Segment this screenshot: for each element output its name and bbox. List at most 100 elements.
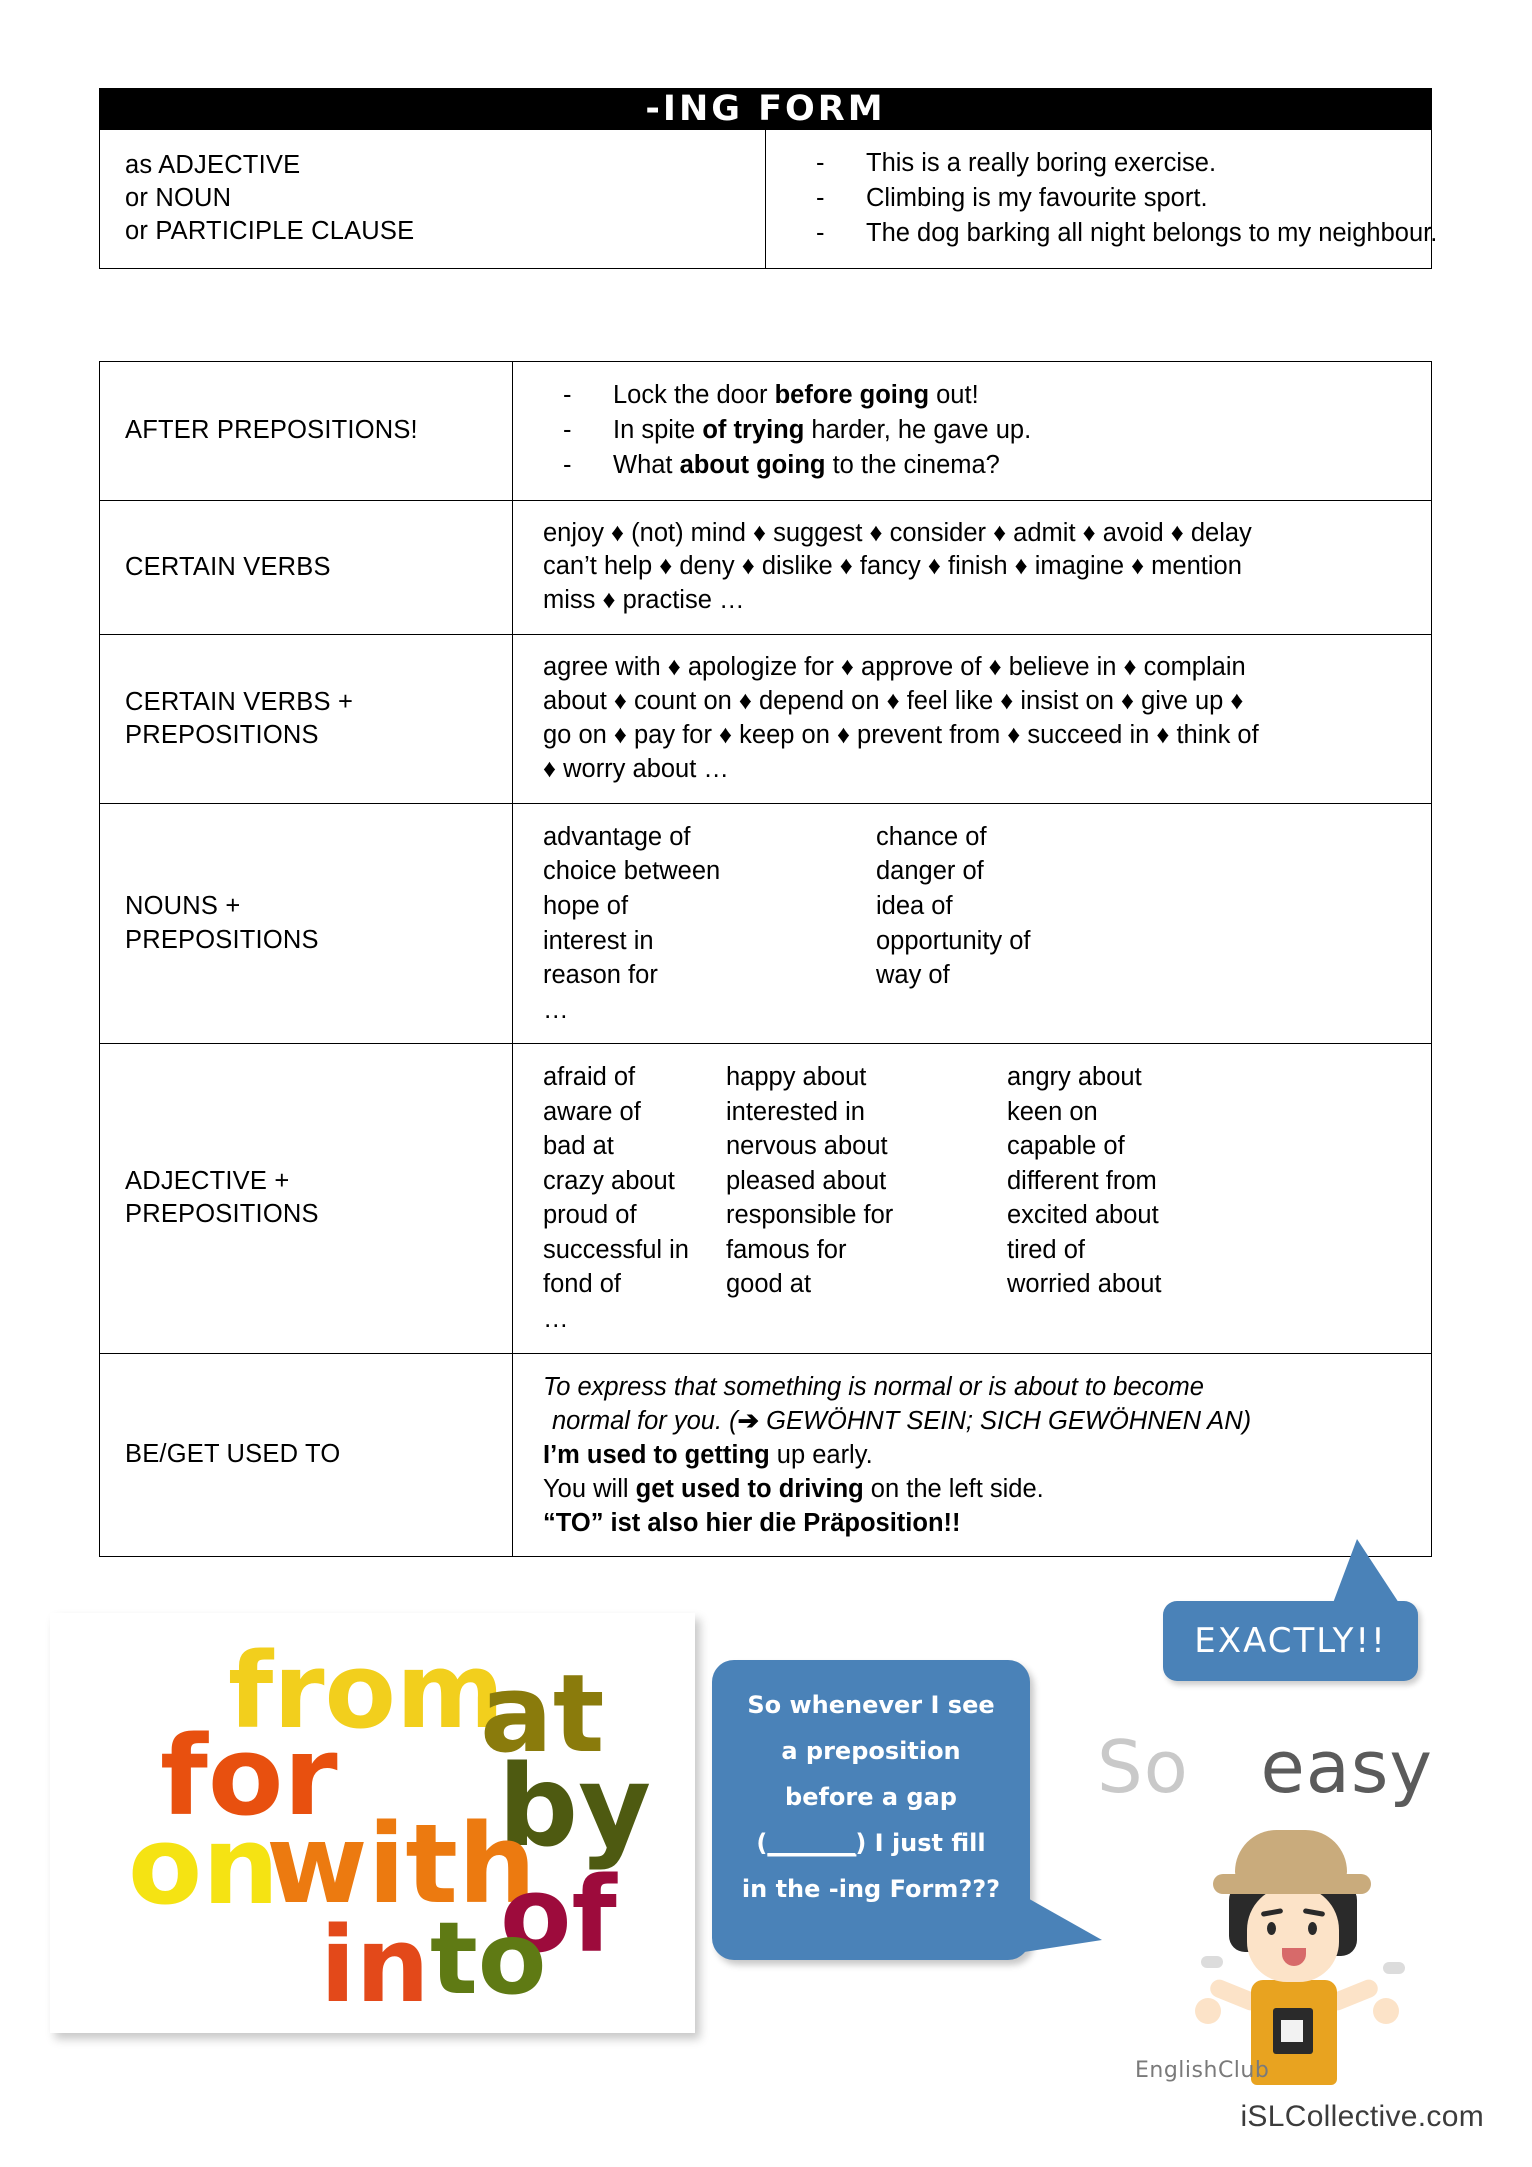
table-row-certain-verbs: CERTAIN VERBS enjoy ♦ (not) mind ♦ sugge… — [99, 499, 1432, 636]
adjective-row: crazy about pleased about different from — [543, 1164, 1417, 1199]
adjective-item: afraid of — [543, 1063, 636, 1092]
table-title-row: -ING FORM — [99, 88, 1432, 130]
ing-form-intro-table: -ING FORM as ADJECTIVE or NOUN or PARTIC… — [99, 88, 1437, 269]
examples-cell-after-prepositions: Lock the door before going out! In spite… — [512, 361, 1432, 501]
text-pre: ( — [756, 1829, 768, 1858]
noun-row: choice between danger of — [543, 854, 1417, 889]
example-line: You will get used to driving on the left… — [543, 1472, 1417, 1506]
bubble-line: in the -ing Form??? — [741, 1875, 1001, 1904]
exactly-bubble-tail — [1333, 1539, 1399, 1603]
exactly-speech-bubble: EXACTLY!! — [1163, 1539, 1418, 1681]
example-list: This is a really boring exercise. Climbi… — [804, 146, 1437, 252]
motion-puff-icon — [1383, 1962, 1405, 1974]
word-cloud-word-in: in — [320, 1904, 430, 2026]
noun-item: interest in — [543, 926, 654, 955]
category-cell-be-get-used-to: BE/GET USED TO — [99, 1352, 513, 1557]
adjective-row: proud of responsible for excited about — [543, 1198, 1417, 1233]
verb-line: go on ♦ pay for ♦ keep on ♦ prevent from… — [543, 721, 1259, 750]
category-line: PREPOSITIONS — [125, 925, 319, 954]
category-line: NOUNS + — [125, 892, 241, 921]
examples-cell-adjective-noun-participle: This is a really boring exercise. Climbi… — [765, 129, 1437, 269]
noun-item: idea of — [876, 892, 953, 920]
category-cell-adjective-noun-participle: as ADJECTIVE or NOUN or PARTICIPLE CLAUS… — [99, 129, 766, 269]
table-row-adjective-prepositions: ADJECTIVE + PREPOSITIONS afraid of happy … — [99, 1043, 1432, 1354]
adjective-item: fond of — [543, 1270, 621, 1299]
page-title: -ING FORM — [99, 88, 1432, 130]
adjective-item: angry about — [1007, 1063, 1142, 1092]
adjective-item: worried about — [1007, 1270, 1162, 1299]
table-row: as ADJECTIVE or NOUN or PARTICIPLE CLAUS… — [99, 129, 1437, 269]
exactly-label: EXACTLY!! — [1194, 1621, 1387, 1661]
adjective-item: happy about — [726, 1063, 867, 1092]
adjective-item: responsible for — [726, 1201, 894, 1230]
noun-item: opportunity of — [876, 926, 1031, 955]
arrow-icon: ➔ — [737, 1406, 760, 1435]
text-post: to the cinema? — [825, 451, 1000, 480]
verb-line: can’t help ♦ deny ♦ dislike ♦ fancy ♦ fi… — [543, 552, 1242, 581]
boy-right-hand — [1373, 1998, 1399, 2024]
used-to-explanation: To express that something is normal or i… — [543, 1370, 1417, 1540]
adjective-row: afraid of happy about angry about — [543, 1060, 1417, 1095]
examples-cell-certain-verbs-prepositions: agree with ♦ apologize for ♦ approve of … — [512, 634, 1432, 804]
adjective-item: famous for — [726, 1235, 847, 1264]
text-post: out! — [929, 381, 979, 409]
text-post: on the left side. — [863, 1474, 1044, 1503]
table-row-certain-verbs-prepositions: CERTAIN VERBS + PREPOSITIONS agree with … — [99, 634, 1432, 804]
adjective-item: nervous about — [726, 1132, 888, 1161]
bubble-line: a preposition — [781, 1737, 961, 1766]
examples-cell-certain-verbs: enjoy ♦ (not) mind ♦ suggest ♦ consider … — [512, 499, 1432, 636]
boy-face — [1247, 1886, 1339, 1982]
text-pre: normal for you. ( — [552, 1406, 738, 1435]
category-cell-after-prepositions: AFTER PREPOSITIONS! — [99, 361, 513, 501]
adjective-row: aware of interested in keen on — [543, 1095, 1417, 1130]
explanation-line: normal for you. (➔ GEWÖHNT SEIN; SICH GE… — [543, 1404, 1251, 1438]
examples-cell-nouns-prepositions: advantage of chance of choice between dang… — [512, 802, 1432, 1045]
englishclub-watermark: EnglishClub — [1135, 2058, 1270, 2083]
verb-line: ♦ worry about … — [543, 755, 729, 783]
text-bold: of trying — [702, 416, 805, 445]
list-item: What about going to the cinema? — [551, 448, 1417, 483]
so-word: So — [1097, 1725, 1189, 1809]
noun-item: hope of — [543, 892, 629, 920]
category-cell-nouns-prepositions: NOUNS + PREPOSITIONS — [99, 802, 513, 1045]
noun-preposition-columns: advantage of chance of choice between dang… — [543, 820, 1417, 1027]
category-line: as ADJECTIVE — [125, 151, 301, 180]
category-line: CERTAIN VERBS + — [125, 687, 354, 716]
text-post: GEWÖHNT SEIN; SICH GEWÖHNEN AN) — [759, 1406, 1252, 1435]
so-easy-text: So easy — [1097, 1725, 1433, 1809]
text-bold: about going — [679, 451, 826, 480]
table-row-after-prepositions: AFTER PREPOSITIONS! Lock the door before… — [99, 361, 1432, 501]
preposition-word-cloud-image: from at for by on with of in to — [50, 1613, 695, 2033]
list-item: Climbing is my favourite sport. — [804, 181, 1417, 216]
adjective-item: keen on — [1007, 1097, 1098, 1126]
text-post: harder, he gave up. — [804, 416, 1032, 445]
adjective-row: bad at nervous about capable of — [543, 1129, 1417, 1164]
note-line: “TO” ist also hier die Präposition!! — [543, 1506, 1417, 1540]
examples-cell-adjective-prepositions: afraid of happy about angry about aware of… — [512, 1043, 1432, 1354]
worksheet-page: -ING FORM as ADJECTIVE or NOUN or PARTIC… — [0, 0, 1532, 2167]
text-pre: What — [613, 451, 680, 480]
category-cell-certain-verbs: CERTAIN VERBS — [99, 499, 513, 636]
boy-eye-left — [1267, 1922, 1276, 1935]
verb-line: miss ♦ practise … — [543, 586, 745, 615]
speech-bubble-tail — [1024, 1896, 1102, 1952]
explanation-line: To express that something is normal or i… — [543, 1372, 1204, 1401]
boy-left-hand — [1195, 1998, 1221, 2024]
noun-row: reason for way of — [543, 958, 1417, 993]
list-item: This is a really boring exercise. — [804, 146, 1417, 181]
bubble-line: before a gap — [785, 1783, 957, 1812]
example-list: Lock the door before going out! In spite… — [551, 378, 1417, 484]
noun-row: hope of idea of — [543, 889, 1417, 924]
example-line: I’m used to getting up early. — [543, 1438, 1417, 1472]
noun-item: chance of — [876, 822, 987, 851]
adjective-item: proud of — [543, 1201, 637, 1230]
student-speech-bubble: So whenever I see a preposition before a… — [712, 1660, 1102, 1960]
adjective-item: pleased about — [726, 1166, 887, 1195]
boy-book-page — [1281, 2020, 1303, 2042]
table-row-nouns-prepositions: NOUNS + PREPOSITIONS advantage of chance … — [99, 802, 1432, 1045]
list-item: The dog barking all night belongs to my … — [804, 216, 1437, 251]
text-post: ) I just fill — [855, 1829, 986, 1858]
adjective-item: tired of — [1007, 1235, 1085, 1264]
verb-line: enjoy ♦ (not) mind ♦ suggest ♦ consider … — [543, 518, 1252, 547]
table-row-be-get-used-to: BE/GET USED TO To express that something… — [99, 1352, 1432, 1557]
